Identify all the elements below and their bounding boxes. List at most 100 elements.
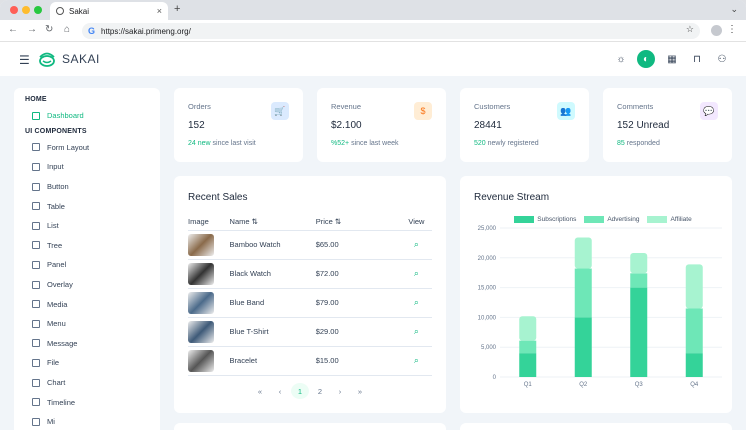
clone-icon bbox=[32, 280, 40, 289]
page-button[interactable]: 2 bbox=[311, 383, 329, 399]
browser-tab[interactable]: Sakai × bbox=[50, 2, 168, 20]
sidebar-item-dashboard[interactable]: Dashboard bbox=[14, 106, 160, 126]
stat-subtext: %52+ since last week bbox=[331, 140, 399, 147]
bar-segment bbox=[574, 237, 592, 269]
bar-segment bbox=[685, 308, 703, 354]
sidebar-item-label: Button bbox=[47, 182, 69, 192]
user-icon[interactable]: ⚇ bbox=[715, 52, 729, 66]
search-icon[interactable]: ⌕ bbox=[414, 297, 419, 307]
menu-toggle-icon[interactable]: ☰ bbox=[19, 53, 30, 67]
app-topbar: ☰ SAKAI ☼ ◐ ▦ ⊓ ⚇ bbox=[0, 42, 746, 76]
calendar-icon[interactable]: ▦ bbox=[665, 52, 679, 66]
dollar-icon: $ bbox=[414, 102, 432, 120]
y-tick-label: 5,000 bbox=[481, 345, 497, 351]
new-tab-button[interactable]: + bbox=[174, 3, 180, 15]
sidebar-item-chart[interactable]: Chart bbox=[14, 373, 160, 393]
bar-segment bbox=[685, 353, 703, 377]
bar-segment bbox=[519, 340, 537, 354]
page-button[interactable]: » bbox=[351, 383, 369, 399]
bar-segment bbox=[574, 268, 592, 318]
stat-subtext: 85 responded bbox=[617, 140, 660, 147]
bar-segment bbox=[630, 287, 648, 377]
sidebar-item-overlay[interactable]: Overlay bbox=[14, 275, 160, 295]
sidebar-item-label: Media bbox=[47, 299, 68, 309]
search-icon[interactable]: ⌕ bbox=[414, 268, 419, 278]
home-page-icon[interactable]: ⌂ bbox=[64, 24, 70, 35]
sort-icon[interactable]: ⇅ bbox=[335, 217, 341, 226]
tab-search-icon[interactable]: ⌄ bbox=[730, 4, 738, 15]
chart-bar-icon bbox=[32, 378, 40, 387]
inbox-icon[interactable]: ⊓ bbox=[690, 52, 704, 66]
table-row: Blue Band $79.00 ⌕ bbox=[188, 288, 432, 318]
sidebar-item-panel[interactable]: Panel bbox=[14, 255, 160, 275]
sidebar-item-form-layout[interactable]: Form Layout bbox=[14, 138, 160, 158]
search-icon[interactable]: ⌕ bbox=[414, 355, 419, 365]
stat-label: Comments bbox=[617, 102, 654, 111]
back-icon[interactable]: ← bbox=[8, 24, 18, 35]
sidebar-item-file[interactable]: File bbox=[14, 353, 160, 373]
google-icon: G bbox=[88, 26, 96, 36]
column-name[interactable]: Name ⇅ bbox=[229, 214, 316, 231]
url-field[interactable]: G https://sakai.primeng.org/ ☆ bbox=[82, 23, 700, 39]
page-button[interactable]: 1 bbox=[291, 383, 309, 399]
stat-value: 152 Unread bbox=[617, 120, 670, 131]
y-tick-label: 15,000 bbox=[478, 286, 497, 292]
theme-sun-icon[interactable]: ☼ bbox=[614, 52, 628, 66]
favicon-icon bbox=[56, 7, 64, 15]
browser-menu-icon[interactable]: ⋮ bbox=[727, 24, 737, 35]
table-row: Bracelet $15.00 ⌕ bbox=[188, 346, 432, 376]
product-name: Blue Band bbox=[229, 288, 316, 318]
table-row: Black Watch $72.00 ⌕ bbox=[188, 259, 432, 289]
page-button[interactable]: › bbox=[331, 383, 349, 399]
stat-card-comments: Comments 152 Unread 85 responded 💬 bbox=[603, 88, 732, 162]
users-icon: 👥 bbox=[557, 102, 575, 120]
sakai-logo-icon bbox=[39, 52, 55, 67]
column-price[interactable]: Price ⇅ bbox=[315, 214, 401, 231]
search-icon[interactable]: ⌕ bbox=[414, 326, 419, 336]
sidebar-item-label: File bbox=[47, 358, 60, 368]
image-icon bbox=[32, 300, 40, 309]
bookmark-star-icon[interactable]: ☆ bbox=[686, 24, 694, 35]
x-tick-label: Q2 bbox=[579, 382, 588, 388]
search-icon[interactable]: ⌕ bbox=[414, 239, 419, 249]
sidebar-item-button[interactable]: Button bbox=[14, 177, 160, 197]
sidebar-item-tree[interactable]: Tree bbox=[14, 236, 160, 256]
comment-icon: 💬 bbox=[700, 102, 718, 120]
bottom-card-right bbox=[460, 423, 732, 430]
view-cell: ⌕ bbox=[400, 346, 432, 376]
column-image: Image bbox=[188, 214, 230, 231]
sidebar-item-timeline[interactable]: Timeline bbox=[14, 392, 160, 412]
minimize-window-icon[interactable] bbox=[22, 6, 30, 14]
sidebar-item-menu[interactable]: Menu bbox=[14, 314, 160, 334]
tab-close-icon[interactable]: × bbox=[157, 6, 162, 16]
page-button[interactable]: « bbox=[251, 383, 269, 399]
sort-icon[interactable]: ⇅ bbox=[252, 217, 258, 226]
tablet-icon bbox=[32, 260, 40, 269]
maximize-window-icon[interactable] bbox=[34, 6, 42, 14]
sidebar-item-label: Dashboard bbox=[47, 111, 84, 121]
product-thumbnail bbox=[188, 291, 214, 314]
recent-sales-table: Image Name ⇅ Price ⇅ View Bamboo Watch $6… bbox=[188, 214, 432, 376]
sidebar-item-message[interactable]: Message bbox=[14, 334, 160, 354]
sidebar-item-table[interactable]: Table bbox=[14, 196, 160, 216]
forward-icon[interactable]: → bbox=[27, 24, 37, 35]
reload-icon[interactable]: ↻ bbox=[45, 24, 53, 35]
revenue-stream-chart: 0 5,000 10,000 15,000 20,000 25,000 Q1 Q2 Q3 Q4 bbox=[478, 226, 722, 388]
page-button[interactable]: ‹ bbox=[271, 383, 289, 399]
sidebar-item-list[interactable]: List bbox=[14, 216, 160, 236]
close-window-icon[interactable] bbox=[10, 6, 18, 14]
sidebar-item-label: List bbox=[47, 221, 59, 231]
sidebar-item-mi[interactable]: Mi bbox=[14, 412, 160, 430]
sidebar-item-media[interactable]: Media bbox=[14, 294, 160, 314]
profile-avatar[interactable] bbox=[711, 25, 722, 36]
sidebar-item-input[interactable]: Input bbox=[14, 157, 160, 177]
recent-sales-card: Recent Sales Image Name ⇅ Price ⇅ View B… bbox=[174, 176, 446, 413]
palette-icon[interactable]: ◐ bbox=[637, 50, 655, 68]
stat-label: Orders bbox=[188, 102, 211, 111]
recent-sales-title: Recent Sales bbox=[188, 192, 248, 203]
sidebar-item-label: Menu bbox=[47, 319, 66, 329]
column-price-label: Price bbox=[315, 217, 333, 227]
product-price: $72.00 bbox=[315, 259, 401, 289]
column-view: View bbox=[400, 214, 432, 231]
stat-subtext-rest: since last week bbox=[351, 140, 399, 147]
